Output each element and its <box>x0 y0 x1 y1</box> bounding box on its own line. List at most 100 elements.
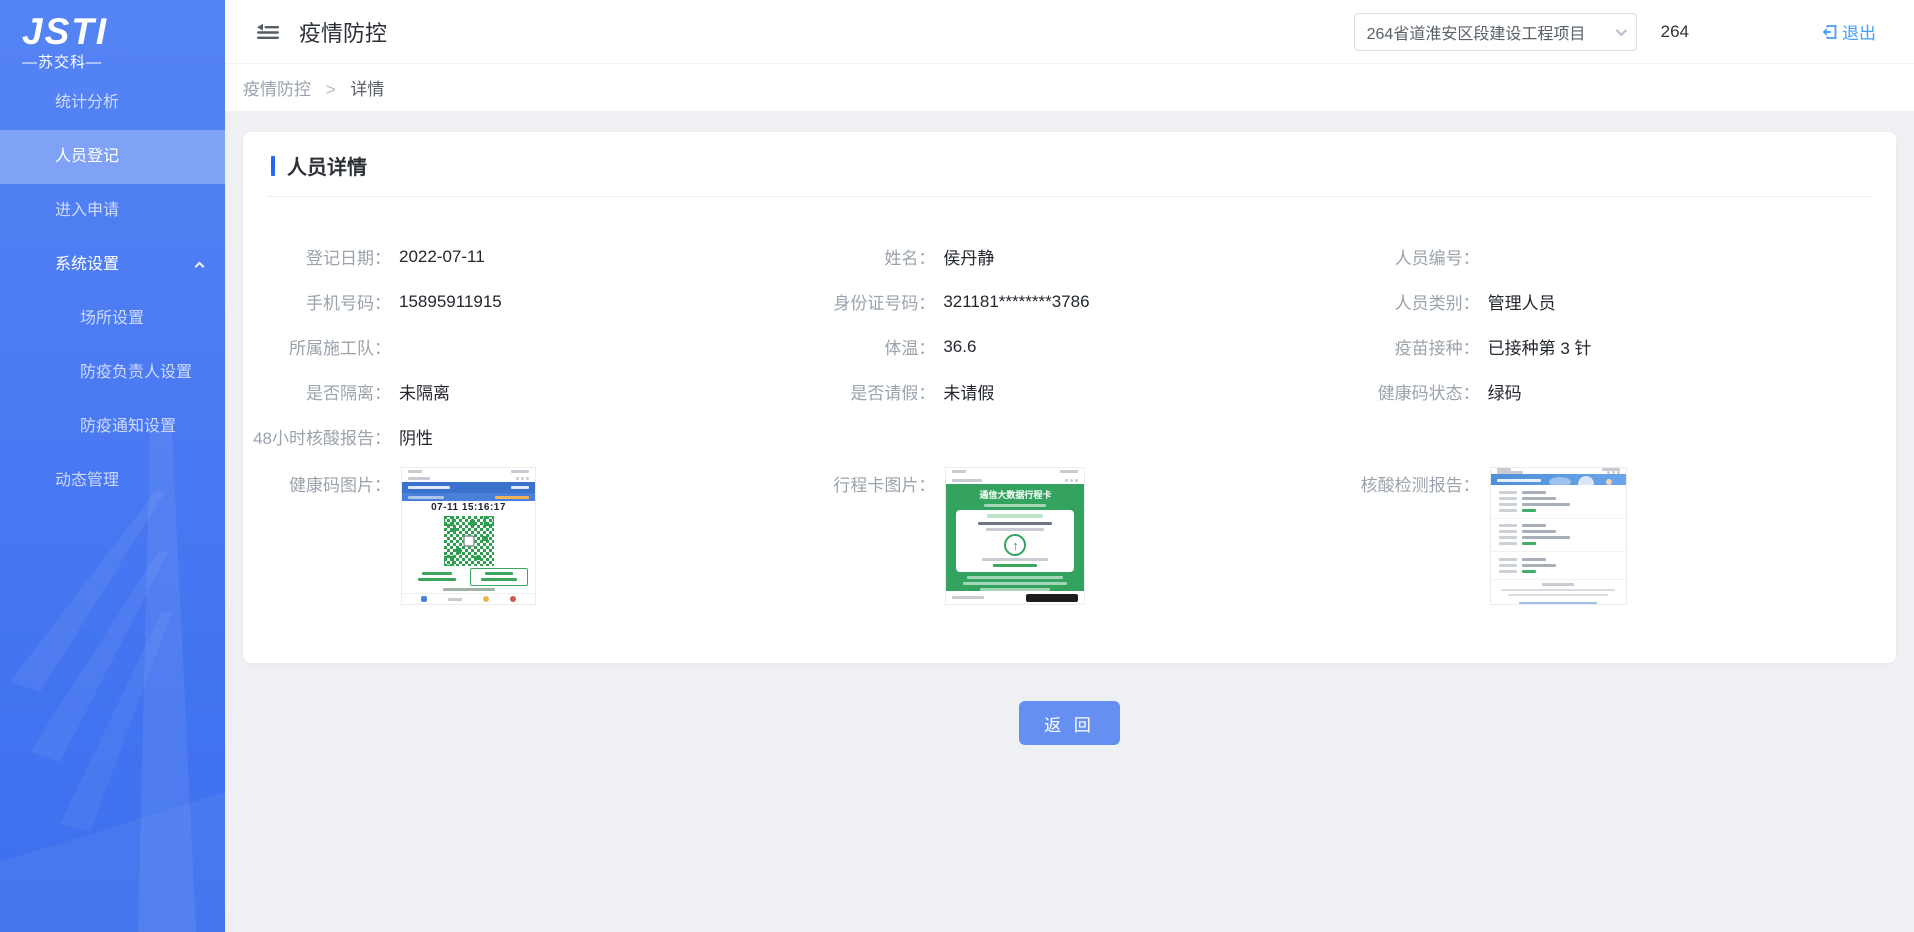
sidebar-item-label: 防疫负责人设置 <box>80 364 192 381</box>
phone-nav-bar <box>946 476 1084 485</box>
field-value: 15895911915 <box>399 292 502 312</box>
field-register-date: 登记日期： 2022-07-11 <box>243 234 787 279</box>
travel-card-body: 通信大数据行程卡 ↑ <box>946 484 1084 591</box>
field-label: 是否请假： <box>787 379 935 404</box>
page-title: 疫情防控 <box>299 16 387 48</box>
person-detail-card: 人员详情 登记日期： 2022-07-11 姓名： 侯丹静 人员编号： <box>243 132 1896 663</box>
field-name: 姓名： 侯丹静 <box>787 234 1331 279</box>
field-label: 核酸检测报告： <box>1332 467 1480 496</box>
brand-logo-text: JSTI <box>22 14 225 50</box>
brand-logo: JSTI —苏交科— <box>0 0 225 70</box>
health-code-image[interactable]: 07-11 15:16:17 <box>401 467 536 605</box>
topbar-right: 264省道淮安区段建设工程项目 264 退出 <box>1354 13 1876 51</box>
travel-card-title: 通信大数据行程卡 <box>979 488 1051 501</box>
card-header: 人员详情 <box>243 132 1896 196</box>
sidebar-item-label: 防疫通知设置 <box>80 418 176 435</box>
field-id-card: 身份证号码： 321181********3786 <box>787 279 1331 324</box>
report-section <box>1491 485 1626 518</box>
main-area: 疫情防控 264省道淮安区段建设工程项目 264 退出 <box>225 0 1914 932</box>
logout-button[interactable]: 退出 <box>1821 19 1876 44</box>
health-code-subheader <box>402 493 535 500</box>
field-value: 已接种第 3 针 <box>1488 334 1592 359</box>
field-label: 行程卡图片： <box>787 467 935 496</box>
travel-card-bottom-bar <box>946 591 1084 604</box>
field-label: 身份证号码： <box>787 289 935 314</box>
field-construction-team: 所属施工队： <box>243 324 787 369</box>
logout-label: 退出 <box>1842 19 1876 44</box>
field-value: 321181********3786 <box>943 292 1089 312</box>
sidebar-item-label: 动态管理 <box>55 472 119 489</box>
content-area: 人员详情 登记日期： 2022-07-11 姓名： 侯丹静 人员编号： <box>225 111 1914 932</box>
title-accent-bar <box>271 156 275 176</box>
field-nat-report-image: 核酸检测报告： <box>1332 467 1876 605</box>
field-value: 未请假 <box>943 379 994 404</box>
field-label: 姓名： <box>787 244 935 269</box>
report-section <box>1491 552 1626 579</box>
sidebar-item-site-settings[interactable]: 场所设置 <box>0 292 225 346</box>
field-nat-report-48h: 48小时核酸报告： 阴性 <box>243 414 787 459</box>
field-value: 36.6 <box>943 337 976 357</box>
field-value: 绿码 <box>1488 379 1522 404</box>
field-label: 人员编号： <box>1332 244 1480 269</box>
field-label: 所属施工队： <box>243 334 391 359</box>
field-empty <box>1332 414 1876 459</box>
app-root: JSTI —苏交科— 统计分析 人员登记 进入申请 系统设置 场所设置 防疫负责… <box>0 0 1914 932</box>
report-footnote <box>1491 580 1626 604</box>
project-select-value: 264省道淮安区段建设工程项目 <box>1367 20 1608 44</box>
report-banner <box>1491 474 1626 485</box>
menu-fold-icon[interactable] <box>255 19 281 45</box>
field-temperature: 体温： 36.6 <box>787 324 1331 369</box>
field-empty <box>787 414 1331 459</box>
sidebar-item-system-settings[interactable]: 系统设置 <box>0 238 225 292</box>
field-on-leave: 是否请假： 未请假 <box>787 369 1331 414</box>
back-button[interactable]: 返 回 <box>1019 701 1120 745</box>
brand-logo-subtitle: —苏交科— <box>22 51 225 72</box>
field-person-number: 人员编号： <box>1332 234 1876 279</box>
chevron-up-icon <box>195 262 205 272</box>
phone-nav-bar <box>402 475 535 482</box>
sidebar: JSTI —苏交科— 统计分析 人员登记 进入申请 系统设置 场所设置 防疫负责… <box>0 0 225 932</box>
breadcrumb: 疫情防控 > 详情 <box>225 64 1914 111</box>
sidebar-item-entry-apply[interactable]: 进入申请 <box>0 184 225 238</box>
field-label: 是否隔离： <box>243 379 391 404</box>
field-label: 手机号码： <box>243 289 391 314</box>
field-value: 侯丹静 <box>943 244 994 269</box>
field-label: 健康码状态： <box>1332 379 1480 404</box>
sidebar-item-statistics[interactable]: 统计分析 <box>0 76 225 130</box>
breadcrumb-current: 详情 <box>350 80 384 99</box>
health-code-timestamp: 07-11 15:16:17 <box>402 501 535 515</box>
sidebar-item-epidemic-manager-settings[interactable]: 防疫负责人设置 <box>0 346 225 400</box>
travel-arrow-icon: ↑ <box>1004 534 1026 556</box>
field-person-type: 人员类别： 管理人员 <box>1332 279 1876 324</box>
sidebar-item-person-register[interactable]: 人员登记 <box>0 130 225 184</box>
sidebar-item-label: 人员登记 <box>55 148 119 165</box>
logout-icon <box>1821 23 1839 41</box>
health-code-footer-link <box>402 586 535 593</box>
field-label: 登记日期： <box>243 244 391 269</box>
report-section <box>1491 518 1626 551</box>
breadcrumb-root[interactable]: 疫情防控 <box>243 80 311 99</box>
field-phone: 手机号码： 15895911915 <box>243 279 787 324</box>
project-code: 264 <box>1661 22 1689 42</box>
sidebar-item-label: 统计分析 <box>55 94 119 111</box>
field-health-code-image: 健康码图片： <box>243 467 787 605</box>
detail-fields-grid: 登记日期： 2022-07-11 姓名： 侯丹静 人员编号： 手机号码： 1 <box>243 197 1896 663</box>
nucleic-report-image[interactable] <box>1490 467 1627 605</box>
field-label: 48小时核酸报告： <box>243 424 391 449</box>
project-select[interactable]: 264省道淮安区段建设工程项目 <box>1354 13 1637 51</box>
field-isolated: 是否隔离： 未隔离 <box>243 369 787 414</box>
field-vaccination: 疫苗接种： 已接种第 3 针 <box>1332 324 1876 369</box>
travel-card-panel: ↑ <box>956 510 1074 572</box>
sidebar-item-dynamic-management[interactable]: 动态管理 <box>0 454 225 508</box>
phone-status-bar <box>946 468 1084 476</box>
sidebar-item-epidemic-notice-settings[interactable]: 防疫通知设置 <box>0 400 225 454</box>
travel-card-image[interactable]: 通信大数据行程卡 ↑ <box>945 467 1085 605</box>
travel-card-footer-text <box>963 576 1067 591</box>
field-value: 管理人员 <box>1488 289 1556 314</box>
field-health-code-status: 健康码状态： 绿码 <box>1332 369 1876 414</box>
field-travel-card-image: 行程卡图片： 通信大数据行程卡 <box>787 467 1331 605</box>
field-label: 健康码图片： <box>243 467 391 496</box>
card-title: 人员详情 <box>287 151 367 180</box>
chevron-down-icon <box>1615 24 1626 35</box>
health-code-header <box>402 482 535 493</box>
